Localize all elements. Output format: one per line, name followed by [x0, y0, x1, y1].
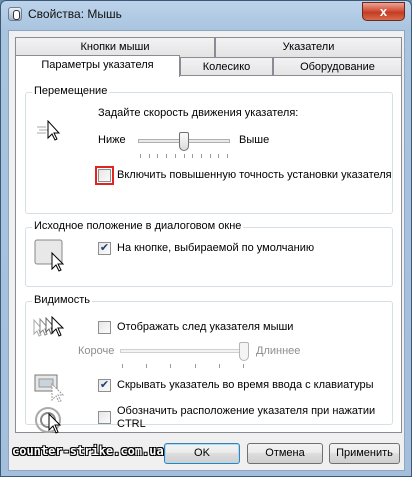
mouse-properties-window: Свойства: Мышь x Кнопки мыши Указатели П… [0, 0, 412, 477]
apply-button[interactable]: Применить [329, 443, 400, 464]
hide-pointer-icon [34, 374, 65, 402]
speed-fast-label: Выше [239, 134, 270, 146]
tab-pointers[interactable]: Указатели [215, 37, 402, 57]
snap-to-button-icon [34, 239, 65, 272]
slider-tick [227, 154, 228, 158]
tab-hardware[interactable]: Оборудование [273, 57, 402, 77]
show-location-ctrl-label-line2[interactable]: CTRL [117, 418, 146, 430]
snap-to-default-checkbox[interactable]: ✔ [98, 242, 111, 255]
slider-tick [218, 154, 219, 158]
pointer-trails-label[interactable]: Отображать след указателя мыши [117, 321, 293, 333]
window-title: Свойства: Мышь [28, 7, 122, 21]
show-location-ctrl-icon [35, 407, 62, 434]
checkmark-icon: ✔ [99, 242, 110, 254]
slider-tick [195, 364, 196, 368]
snap-to-group: Исходное положение в диалоговом окне ✔ Н… [25, 220, 393, 287]
slider-tick [140, 154, 141, 158]
pointer-speed-icon [37, 119, 61, 141]
slider-tick [210, 154, 211, 158]
tab-panel: Перемещение Задайте скорость движения ук… [15, 75, 402, 434]
trails-slider-track[interactable] [120, 349, 246, 353]
mouse-icon [8, 7, 22, 21]
watermark-text: counter-strike.com.ua [12, 444, 164, 458]
speed-slider-ticks [140, 154, 228, 158]
snap-to-default-label[interactable]: На кнопке, выбираемой по умолчанию [117, 242, 314, 254]
trails-long-label: Длиннее [256, 345, 301, 357]
pointer-trails-icon [33, 316, 65, 337]
speed-label: Задайте скорость движения указателя: [98, 107, 299, 119]
slider-tick [219, 364, 220, 368]
speed-slow-label: Ниже [98, 134, 126, 146]
motion-group: Перемещение Задайте скорость движения ук… [25, 85, 393, 214]
cancel-button[interactable]: Отмена [247, 443, 323, 464]
enhance-precision-checkbox[interactable] [95, 166, 114, 185]
title-bar[interactable]: Свойства: Мышь x [1, 1, 411, 29]
trails-slider-ticks [122, 364, 244, 368]
motion-group-title: Перемещение [32, 85, 110, 97]
checkmark-icon: ✔ [99, 379, 110, 391]
trails-slider-thumb[interactable] [239, 342, 249, 361]
close-button[interactable]: x [362, 2, 405, 21]
slider-tick [243, 364, 244, 368]
slider-tick [149, 154, 150, 158]
enhance-precision-label[interactable]: Включить повышенную точность установки у… [117, 169, 392, 181]
tab-wheel[interactable]: Колесико [180, 57, 273, 77]
show-location-ctrl-label-line1[interactable]: Обозначить расположение указателя при на… [117, 405, 375, 417]
slider-tick [192, 154, 193, 158]
dialog-client: Кнопки мыши Указатели Параметры указател… [8, 30, 405, 471]
trails-short-label: Короче [78, 345, 115, 357]
ok-button[interactable]: OK [164, 443, 240, 464]
hide-pointer-label[interactable]: Скрывать указатель во время ввода с клав… [117, 379, 374, 391]
show-location-ctrl-checkbox[interactable] [98, 411, 111, 424]
tab-buttons[interactable]: Кнопки мыши [15, 37, 215, 57]
slider-tick [122, 364, 123, 368]
slider-tick [170, 364, 171, 368]
hide-pointer-checkbox[interactable]: ✔ [98, 379, 111, 392]
slider-tick [175, 154, 176, 158]
tab-pointer-options[interactable]: Параметры указателя [15, 55, 180, 77]
speed-slider-thumb[interactable] [179, 132, 189, 151]
snap-to-group-title: Исходное положение в диалоговом окне [32, 220, 244, 232]
visibility-group: Видимость Отображать след указателя мыши… [25, 294, 393, 434]
slider-tick [166, 154, 167, 158]
slider-tick [157, 154, 158, 158]
visibility-group-title: Видимость [32, 294, 92, 306]
slider-tick [146, 364, 147, 368]
slider-tick [184, 154, 185, 158]
slider-tick [201, 154, 202, 158]
pointer-trails-checkbox[interactable] [98, 321, 111, 334]
